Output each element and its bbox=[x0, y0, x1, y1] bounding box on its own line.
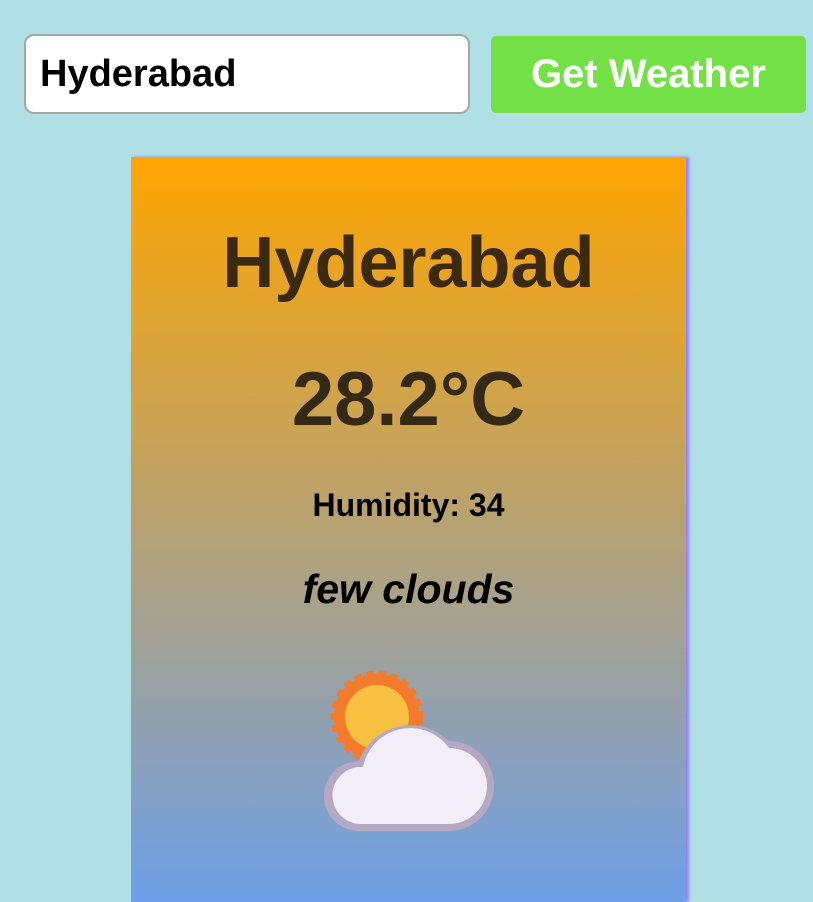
get-weather-button[interactable]: Get Weather bbox=[491, 36, 806, 113]
humidity: Humidity: 34 bbox=[312, 487, 505, 523]
weather-description: few clouds bbox=[302, 566, 515, 612]
city-search-input[interactable] bbox=[24, 34, 470, 114]
partly-cloudy-icon bbox=[319, 669, 499, 839]
temperature: 28.2°C bbox=[291, 357, 526, 442]
weather-card: Hyderabad 28.2°C Humidity: 34 few clouds bbox=[131, 157, 686, 902]
city-name: Hyderabad bbox=[222, 223, 595, 303]
